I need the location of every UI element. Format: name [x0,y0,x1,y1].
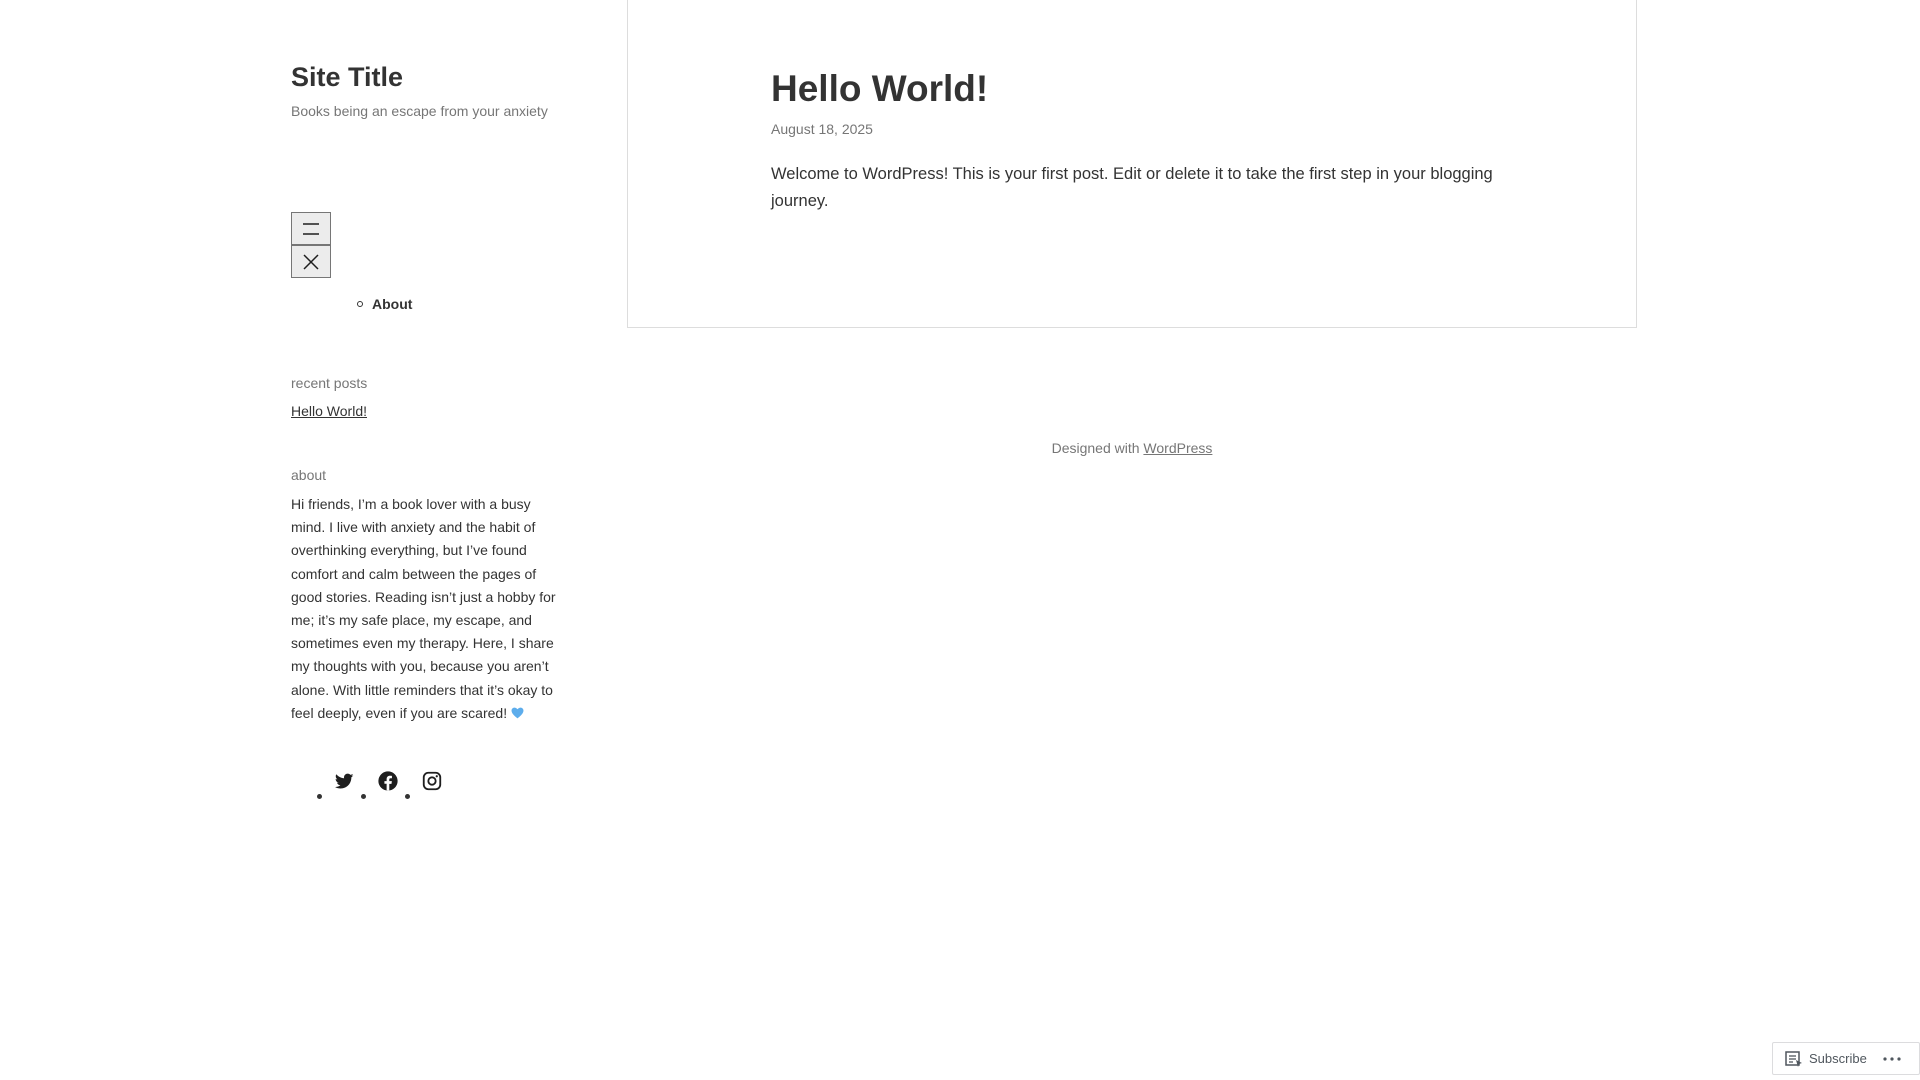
post-date[interactable]: August 18, 2025 [771,121,873,137]
recent-post-link[interactable]: Hello World! [291,403,367,419]
subscribe-label: Subscribe [1809,1051,1867,1066]
twitter-link[interactable] [333,770,355,792]
instagram-icon [422,771,442,791]
open-menu-button[interactable] [291,212,331,245]
social-item-instagram [399,770,443,799]
close-icon [303,253,319,270]
recent-posts-heading: recent posts [291,375,368,391]
post-body: Welcome to WordPress! This is your first… [771,165,1493,210]
post-title[interactable]: Hello World! [771,68,988,110]
site-title[interactable]: Site Title [291,62,403,93]
list-bullet [317,794,322,799]
nav-bullet [357,301,363,307]
blue-heart-icon [511,707,524,719]
site-tagline: Books being an escape from your anxiety [291,103,548,119]
more-options-button[interactable] [1883,1056,1901,1061]
subscribe-bar: Subscribe [1772,1042,1920,1075]
menu-icon [303,222,319,235]
twitter-icon [334,773,354,789]
about-heading: about [291,467,327,483]
post-content-box: Hello World! August 18, 2025 Welcome to … [627,0,1637,328]
reader-icon [1785,1050,1802,1067]
wordpress-link[interactable]: WordPress [1143,440,1212,456]
site-footer: Designed with WordPress [627,440,1637,456]
list-bullet [405,794,410,799]
instagram-link[interactable] [421,770,443,792]
primary-nav: About [355,296,412,312]
footer-credit-text: Designed with [1051,440,1140,456]
social-item-twitter [311,770,355,799]
nav-link-about[interactable]: About [372,296,412,312]
social-links [311,770,443,799]
close-menu-button[interactable] [291,245,331,278]
about-text-body: Hi friends, I’m a book lover with a busy… [291,496,556,721]
about-text: Hi friends, I’m a book lover with a busy… [291,493,566,725]
facebook-link[interactable] [377,770,399,792]
nav-item-about: About [355,296,412,312]
social-item-facebook [355,770,399,799]
facebook-icon [378,771,398,791]
ellipsis-icon [1883,1056,1901,1061]
subscribe-button[interactable]: Subscribe [1785,1050,1867,1067]
list-bullet [361,794,366,799]
